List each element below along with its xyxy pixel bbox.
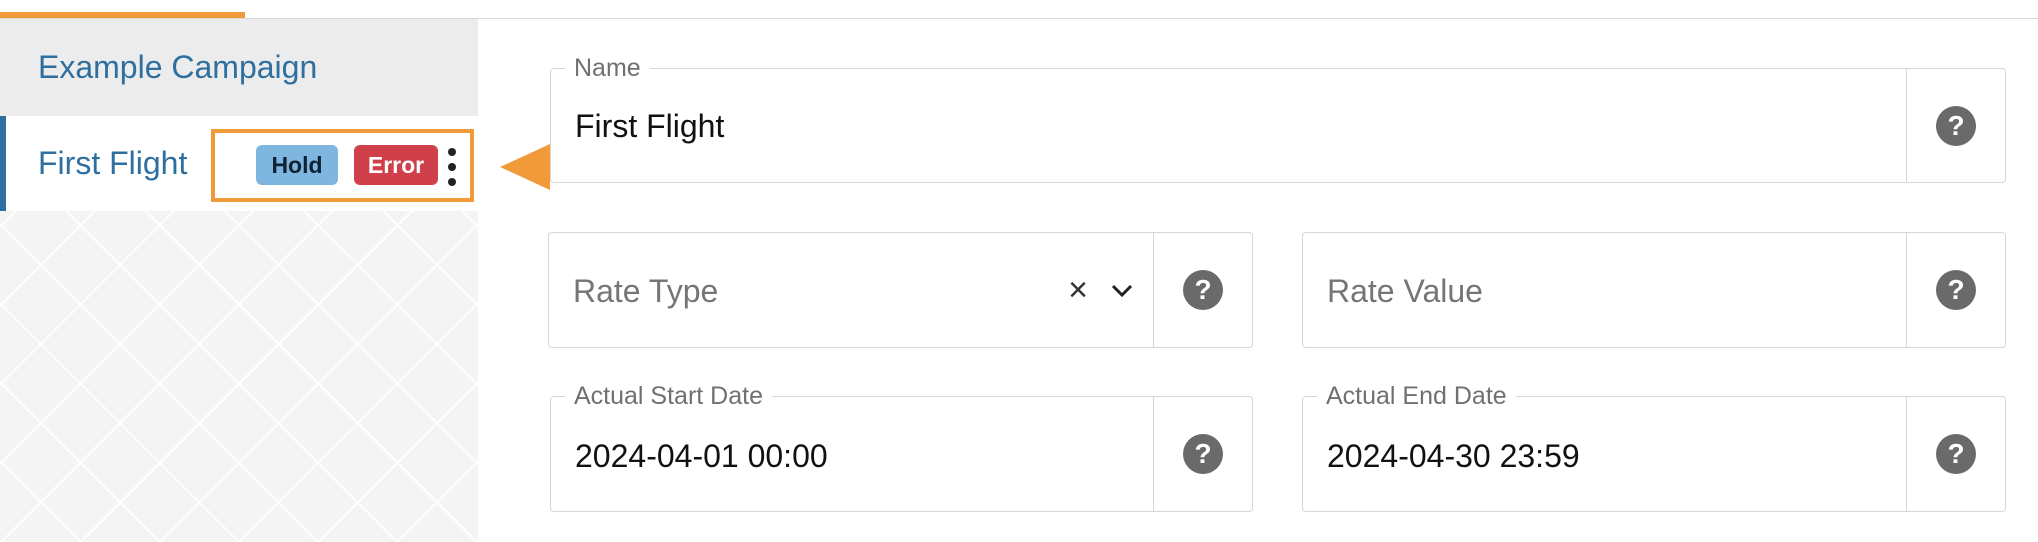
rate-type-select[interactable]: Rate Type × ? bbox=[548, 232, 1253, 348]
actual-end-date-field[interactable]: Actual End Date 2024-04-30 23:59 ? bbox=[1302, 381, 2006, 512]
actual-start-date-field[interactable]: Actual Start Date 2024-04-01 00:00 ? bbox=[550, 381, 1253, 512]
hold-badge[interactable]: Hold bbox=[256, 145, 338, 185]
help-icon: ? bbox=[1936, 105, 1976, 146]
rate-value-placeholder: Rate Value bbox=[1327, 273, 1483, 309]
help-icon: ? bbox=[1183, 434, 1223, 474]
active-tab-indicator bbox=[0, 12, 245, 18]
help-button[interactable]: ? bbox=[1153, 233, 1252, 347]
error-badge[interactable]: Error bbox=[354, 145, 438, 185]
actual-end-date-value: 2024-04-30 23:59 bbox=[1327, 438, 1580, 474]
actual-start-date-label: Actual Start Date bbox=[565, 381, 772, 411]
sidebar-item-label: First Flight bbox=[38, 145, 188, 181]
help-button[interactable]: ? bbox=[1906, 397, 2005, 511]
name-label: Name bbox=[565, 53, 650, 83]
name-field[interactable]: Name First Flight ? bbox=[550, 53, 2006, 183]
sidebar: Example Campaign First Flight bbox=[0, 19, 478, 542]
rate-type-placeholder: Rate Type bbox=[573, 273, 719, 309]
sidebar-item-campaign[interactable]: Example Campaign bbox=[0, 19, 478, 116]
help-button[interactable]: ? bbox=[1906, 233, 2005, 347]
actual-start-date-value: 2024-04-01 00:00 bbox=[575, 438, 828, 474]
help-icon: ? bbox=[1936, 270, 1976, 310]
chevron-down-icon[interactable] bbox=[1110, 282, 1134, 298]
sidebar-item-label: Example Campaign bbox=[38, 49, 318, 85]
rate-value-field[interactable]: Rate Value ? bbox=[1302, 232, 2006, 348]
clear-icon[interactable]: × bbox=[1068, 273, 1088, 307]
help-icon: ? bbox=[1183, 270, 1223, 310]
help-button[interactable]: ? bbox=[1153, 397, 1252, 511]
help-button[interactable]: ? bbox=[1906, 69, 2005, 182]
name-value: First Flight bbox=[575, 108, 725, 144]
kebab-menu-icon[interactable] bbox=[440, 148, 464, 186]
select-controls: × bbox=[1068, 233, 1134, 347]
help-icon: ? bbox=[1936, 434, 1976, 474]
actual-end-date-label: Actual End Date bbox=[1317, 381, 1516, 411]
